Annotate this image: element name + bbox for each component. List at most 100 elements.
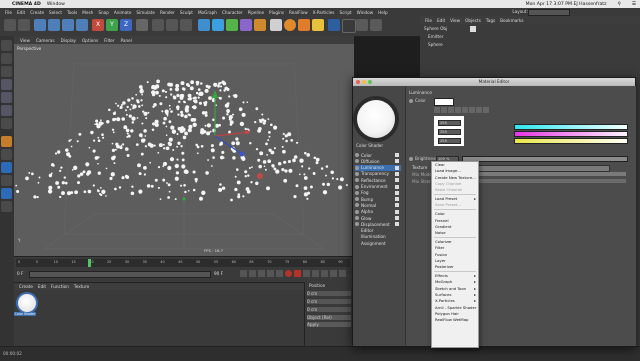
- channel-color[interactable]: Color: [355, 152, 399, 158]
- channel-diffusion[interactable]: Diffusion: [355, 158, 399, 164]
- coord-x[interactable]: 0 cm: [307, 291, 351, 296]
- search-icon[interactable]: ⚲: [618, 2, 621, 7]
- render-picture-icon[interactable]: [166, 19, 178, 31]
- channel-editor[interactable]: Editor: [355, 228, 391, 234]
- channel-checkbox[interactable]: [395, 222, 399, 227]
- channel-luminance[interactable]: Luminance: [355, 164, 401, 171]
- context-item-posterizer[interactable]: Posterizer: [432, 264, 478, 270]
- mix-mode-dropdown[interactable]: [468, 172, 626, 176]
- menu-realflow[interactable]: RealFlow: [289, 10, 308, 15]
- blue-field[interactable]: 255: [438, 138, 461, 144]
- x-axis-toggle[interactable]: X: [92, 19, 104, 31]
- go-to-end-icon[interactable]: [276, 270, 283, 277]
- channel-alpha[interactable]: Alpha: [355, 209, 399, 215]
- red-field[interactable]: 255: [438, 120, 461, 126]
- viewport-menu-cameras[interactable]: Cameras: [36, 38, 55, 43]
- menu-mesh[interactable]: Mesh: [82, 10, 93, 15]
- frame-end-field[interactable]: 90 F: [214, 271, 223, 276]
- material-tag-icon[interactable]: [470, 26, 476, 32]
- viewport-menu-panel[interactable]: Panel: [121, 38, 132, 43]
- menu-select[interactable]: Select: [49, 10, 62, 15]
- edges-mode-icon[interactable]: [1, 92, 12, 103]
- planar-icon[interactable]: [1, 201, 12, 212]
- subdivision-icon[interactable]: [226, 19, 238, 31]
- next-frame-icon[interactable]: [267, 270, 274, 277]
- object-menu-edit[interactable]: Edit: [437, 18, 445, 23]
- scale-key-icon[interactable]: [321, 270, 328, 277]
- rotate-tool-icon[interactable]: [76, 19, 88, 31]
- object-row[interactable]: Sphere Obj: [424, 26, 447, 31]
- menu-sculpt[interactable]: Sculpt: [180, 10, 193, 15]
- y-axis-toggle[interactable]: Y: [106, 19, 118, 31]
- channel-displacement[interactable]: Displacement: [355, 221, 399, 227]
- position-key-icon[interactable]: [312, 270, 319, 277]
- cyan-slider[interactable]: [514, 124, 628, 130]
- channel-checkbox[interactable]: [395, 171, 399, 176]
- menu-help[interactable]: Help: [378, 10, 388, 15]
- window-menu[interactable]: Window: [47, 2, 65, 7]
- rotation-key-icon[interactable]: [330, 270, 337, 277]
- checker-icon[interactable]: [1, 66, 12, 77]
- channel-checkbox[interactable]: [395, 178, 399, 183]
- menu-simulate[interactable]: Simulate: [136, 10, 155, 15]
- channel-checkbox[interactable]: [395, 184, 399, 189]
- zoom-icon[interactable]: [368, 80, 372, 84]
- menu-tools[interactable]: Tools: [67, 10, 77, 15]
- timeline-ruler[interactable]: 0 5 10 15 20 25 30 35 40 45 50 55 60 65 70 75 80 85 90: [16, 259, 350, 267]
- texture-mode-icon[interactable]: [1, 53, 12, 64]
- menu-pipeline[interactable]: Pipeline: [248, 10, 264, 15]
- channel-checkbox[interactable]: [395, 216, 399, 220]
- material-editor-titlebar[interactable]: Material Editor: [353, 78, 635, 86]
- swatches-icon[interactable]: [483, 107, 489, 113]
- move-tool-icon[interactable]: [48, 19, 60, 31]
- green-field[interactable]: 255: [438, 129, 461, 135]
- playhead[interactable]: [88, 259, 91, 267]
- locked-workplane-icon[interactable]: [1, 188, 12, 199]
- object-menu-bookmarks[interactable]: Bookmarks: [500, 18, 523, 23]
- channel-transparency[interactable]: Transparency: [355, 171, 399, 177]
- hsv-mode-icon[interactable]: [462, 107, 468, 113]
- frame-range-slider[interactable]: [29, 271, 211, 278]
- menu-edit[interactable]: Edit: [17, 10, 25, 15]
- frame-start-field[interactable]: 0 F: [17, 271, 23, 276]
- object-row[interactable]: Emitter: [428, 34, 443, 39]
- menu-snap[interactable]: Snap: [98, 10, 109, 15]
- param-key-icon[interactable]: [339, 270, 346, 277]
- cube-icon[interactable]: [198, 19, 210, 31]
- coord-y[interactable]: 0 cm: [307, 299, 351, 304]
- keyframe-selection-icon[interactable]: [303, 270, 310, 277]
- channel-fog[interactable]: Fog: [355, 190, 399, 196]
- close-icon[interactable]: [356, 80, 360, 84]
- layout-dropdown[interactable]: [528, 9, 570, 16]
- menu-list-icon[interactable]: ☰: [632, 2, 636, 7]
- mixer-icon[interactable]: [476, 107, 482, 113]
- kelvin-mode-icon[interactable]: [469, 107, 475, 113]
- channel-checkbox[interactable]: [395, 159, 399, 164]
- deformer-icon[interactable]: [254, 19, 266, 31]
- channel-checkbox[interactable]: [395, 165, 399, 170]
- scale-tool-icon[interactable]: [62, 19, 74, 31]
- channel-illumination[interactable]: Illumination: [355, 234, 391, 240]
- menu-character[interactable]: Character: [222, 10, 243, 15]
- minimize-icon[interactable]: [362, 80, 366, 84]
- xparticles-icon[interactable]: [284, 19, 296, 31]
- tweak-icon[interactable]: [1, 136, 12, 147]
- camera-icon[interactable]: [298, 19, 310, 31]
- timeline[interactable]: 0 5 10 15 20 25 30 35 40 45 50 55 60 65 70 75 80 85 90 0 F…: [14, 256, 354, 283]
- snap-icon[interactable]: [1, 162, 12, 173]
- channel-environment[interactable]: Environment: [355, 184, 399, 190]
- channel-reflectance[interactable]: Reflectance: [355, 177, 399, 183]
- solo-icon[interactable]: [1, 149, 12, 160]
- material-menu-create[interactable]: Create: [19, 284, 33, 289]
- array-icon[interactable]: [240, 19, 252, 31]
- scene-icon[interactable]: [270, 19, 282, 31]
- menu-mograph[interactable]: MoGraph: [198, 10, 217, 15]
- material-name[interactable]: Color Shader: [14, 312, 36, 316]
- viewport-menu-display[interactable]: Display: [61, 38, 76, 43]
- workplane-icon[interactable]: [1, 175, 12, 186]
- object-menu-objects[interactable]: Objects: [465, 18, 481, 23]
- coordinate-system-icon[interactable]: [136, 19, 148, 31]
- channel-bump[interactable]: Bump: [355, 196, 399, 202]
- material-menu-edit[interactable]: Edit: [38, 284, 46, 289]
- channel-checkbox[interactable]: [395, 209, 399, 214]
